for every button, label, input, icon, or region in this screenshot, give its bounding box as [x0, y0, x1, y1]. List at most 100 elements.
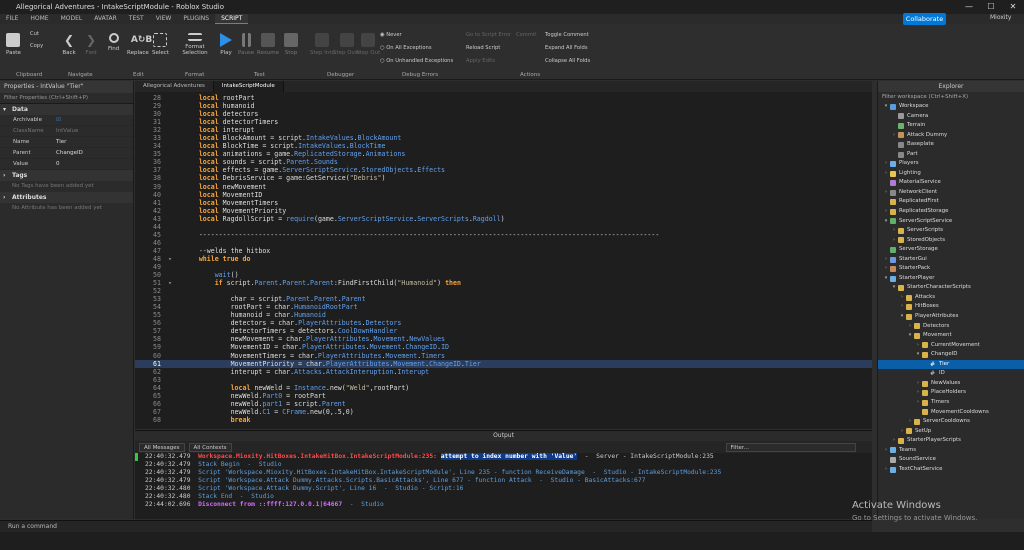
tree-item-network-client[interactable]: › NetworkClient: [878, 188, 1024, 198]
copy-button[interactable]: Copy: [30, 43, 43, 49]
tree-item-lighting[interactable]: › Lighting: [878, 169, 1024, 179]
step-into-button[interactable]: Step Into: [310, 33, 335, 56]
tree-item-player-attributes[interactable]: ▾ PlayerAttributes: [878, 312, 1024, 322]
tab-view[interactable]: VIEW: [150, 14, 178, 24]
property-row[interactable]: Parent ChangeID: [0, 148, 133, 159]
tab-test[interactable]: TEST: [123, 14, 150, 24]
play-button[interactable]: Play: [220, 33, 232, 56]
property-value[interactable]: Tier: [54, 137, 133, 147]
tab-file[interactable]: FILE: [0, 14, 24, 24]
apply-edits-button[interactable]: Apply Edits: [466, 58, 495, 64]
tree-item-setup[interactable]: › SetUp: [878, 427, 1024, 437]
resume-button[interactable]: Resume: [257, 33, 279, 56]
cut-button[interactable]: Cut: [30, 31, 39, 37]
tree-item-starter-player-scripts[interactable]: › StarterPlayerScripts: [878, 436, 1024, 446]
tree-item-server-scripts[interactable]: › ServerScripts: [878, 226, 1024, 236]
output-line[interactable]: 22:40:32.479 Stack Begin - Studio: [135, 461, 872, 469]
tree-item-place-holders[interactable]: › PlaceHolders: [878, 388, 1024, 398]
output-filter-input[interactable]: Filter...: [725, 442, 856, 452]
user-name[interactable]: Mioxity: [990, 14, 1011, 21]
forward-button[interactable]: ❯ Fwd: [84, 33, 98, 56]
tree-item-tier[interactable]: # Tier: [878, 359, 1024, 370]
radio-on-unhandled-exceptions[interactable]: ○ On Unhandled Exceptions: [380, 58, 453, 64]
tab-intake-script-module[interactable]: IntakeScriptModule: [213, 81, 284, 92]
radio-on-all-exceptions[interactable]: ○ On All Exceptions: [380, 45, 432, 51]
tab-avatar[interactable]: AVATAR: [88, 14, 123, 24]
tree-item-change-id[interactable]: ▾ ChangeID: [878, 350, 1024, 360]
format-selection-button[interactable]: Format Selection: [178, 33, 212, 56]
expand-all-folds-button[interactable]: Expand All Folds: [545, 45, 588, 51]
tree-item-terrain[interactable]: Terrain: [878, 121, 1024, 131]
find-button[interactable]: Find: [108, 33, 119, 52]
radio-never[interactable]: ◉ Never: [380, 32, 402, 38]
minimize-button[interactable]: —: [958, 0, 980, 14]
output-line[interactable]: 22:40:32.479 Script 'Workspace.Attack Du…: [135, 477, 872, 485]
back-button[interactable]: ❮ Back: [62, 33, 76, 56]
tree-item-timers[interactable]: › Timers: [878, 398, 1024, 408]
step-out-button[interactable]: Step Out: [356, 33, 380, 56]
all-messages-dropdown[interactable]: All Messages: [139, 442, 185, 452]
all-contexts-dropdown[interactable]: All Contexts: [188, 442, 232, 452]
tree-item-sound-service[interactable]: SoundService: [878, 455, 1024, 465]
section-attributes[interactable]: › Attributes: [0, 192, 133, 203]
tree-item-replicated-storage[interactable]: › ReplicatedStorage: [878, 207, 1024, 217]
tree-item-attack-dummy[interactable]: › Attack Dummy: [878, 131, 1024, 141]
tab-home[interactable]: HOME: [24, 14, 54, 24]
tree-item-baseplate[interactable]: Baseplate: [878, 140, 1024, 150]
toggle-comment-button[interactable]: Toggle Comment: [545, 32, 589, 38]
tree-item-starter-gui[interactable]: › StarterGui: [878, 255, 1024, 265]
tree-item-part[interactable]: Part: [878, 150, 1024, 160]
tree-item-current-movement[interactable]: › CurrentMovement: [878, 341, 1024, 351]
property-value[interactable]: 0: [54, 159, 133, 169]
tree-item-teams[interactable]: › Teams: [878, 446, 1024, 456]
tree-item-starter-player[interactable]: ▾ StarterPlayer: [878, 274, 1024, 284]
tree-item-starter-character-scripts[interactable]: ▾ StarterCharacterScripts: [878, 283, 1024, 293]
tab-plugins[interactable]: PLUGINS: [177, 14, 215, 24]
property-row[interactable]: ClassName IntValue: [0, 126, 133, 137]
properties-filter-input[interactable]: Filter Properties (Ctrl+Shift+P): [0, 93, 133, 104]
tree-item-workspace[interactable]: ▾ Workspace: [878, 102, 1024, 112]
tree-item-players[interactable]: › Players: [878, 159, 1024, 169]
tree-item-starter-pack[interactable]: › StarterPack: [878, 264, 1024, 274]
tree-item-replicated-first[interactable]: ReplicatedFirst: [878, 197, 1024, 207]
code-area[interactable]: 28 local rootPart 29 local humanoid 30 l…: [135, 94, 872, 424]
tree-item-camera[interactable]: Camera: [878, 112, 1024, 122]
tree-item-text-chat-service[interactable]: › TextChatService: [878, 465, 1024, 475]
paste-button[interactable]: Paste: [6, 33, 21, 56]
tree-item-server-script-service[interactable]: ▾ ServerScriptService: [878, 217, 1024, 227]
tree-item-attacks[interactable]: › Attacks: [878, 293, 1024, 303]
tree-item-movement-cooldowns[interactable]: MovementCooldowns: [878, 408, 1024, 418]
property-value[interactable]: ChangeID: [54, 148, 133, 158]
select-button[interactable]: Select: [152, 33, 169, 56]
tree-item-new-values[interactable]: › NewValues: [878, 379, 1024, 389]
tree-item-server-cooldowns[interactable]: › ServerCooldowns: [878, 417, 1024, 427]
pause-button[interactable]: Pause: [238, 33, 254, 56]
tree-item-movement[interactable]: ▾ Movement: [878, 331, 1024, 341]
collaborate-button[interactable]: Collaborate: [903, 13, 946, 25]
property-row[interactable]: Value 0: [0, 159, 133, 170]
property-row[interactable]: Name Tier: [0, 137, 133, 148]
stop-button[interactable]: Stop: [284, 33, 298, 56]
maximize-button[interactable]: ☐: [980, 0, 1002, 14]
close-button[interactable]: ✕: [1002, 0, 1024, 14]
go-to-script-error-button[interactable]: Go to Script Error: [466, 32, 511, 38]
tab-model[interactable]: MODEL: [55, 14, 89, 24]
output-line[interactable]: 22:44:02.696 Disconnect from ::ffff:127.…: [135, 501, 872, 509]
command-bar[interactable]: Run a command: [0, 520, 872, 532]
output-line[interactable]: 22:40:32.479 Workspace.Mioxity.HitBoxes.…: [135, 453, 872, 462]
tree-item-material-service[interactable]: MaterialService: [878, 178, 1024, 188]
section-data[interactable]: ▾ Data: [0, 104, 133, 115]
tree-item-id[interactable]: # ID: [878, 369, 1024, 379]
tree-item-detectors[interactable]: › Detectors: [878, 322, 1024, 332]
property-value[interactable]: IntValue: [54, 126, 133, 136]
reload-script-button[interactable]: Reload Script: [466, 45, 500, 51]
replace-button[interactable]: A↻B Replace: [127, 33, 152, 56]
tree-item-server-storage[interactable]: ServerStorage: [878, 245, 1024, 255]
tab-allegorical-adventures[interactable]: Allegorical Adventures: [135, 81, 214, 92]
tab-script[interactable]: SCRIPT: [215, 14, 249, 24]
property-row[interactable]: Archivable ☑: [0, 115, 133, 126]
commit-button[interactable]: Commit: [516, 32, 536, 38]
section-tags[interactable]: › Tags: [0, 170, 133, 181]
collapse-all-folds-button[interactable]: Collapse All Folds: [545, 58, 590, 64]
property-value[interactable]: ☑: [54, 115, 133, 125]
